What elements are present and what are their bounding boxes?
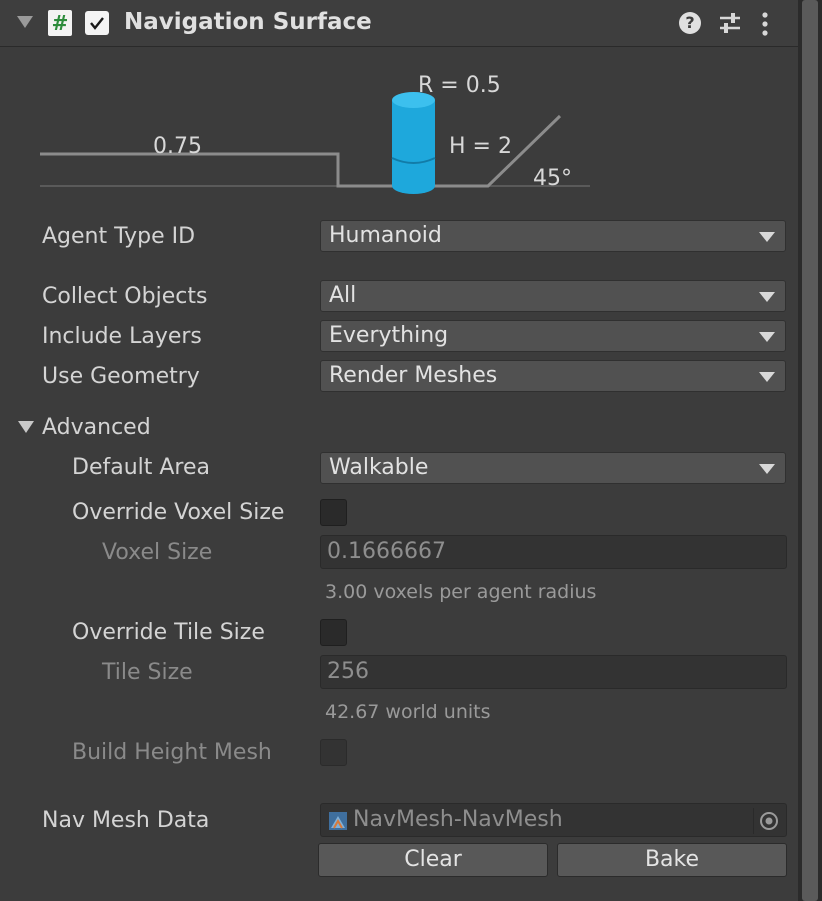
context-menu-icon[interactable] [760, 12, 770, 40]
use-geometry-label: Use Geometry [42, 364, 200, 389]
voxel-size-label: Voxel Size [102, 540, 213, 565]
dropdown-arrow-icon [759, 464, 775, 474]
collect-objects-value: All [329, 283, 357, 308]
default-area-dropdown[interactable]: Walkable [320, 452, 786, 484]
help-icon[interactable]: ? [679, 12, 701, 34]
component-header[interactable]: # Navigation Surface ? [0, 0, 798, 47]
agent-type-id-value: Humanoid [329, 223, 442, 248]
presets-icon[interactable] [718, 12, 742, 38]
collect-objects-label: Collect Objects [42, 284, 208, 309]
step-height-label: 0.75 [153, 134, 202, 159]
tile-size-value: 256 [327, 659, 369, 684]
dropdown-arrow-icon [759, 232, 775, 242]
collect-objects-dropdown[interactable]: All [320, 280, 786, 312]
component-foldout-icon[interactable] [17, 16, 33, 28]
tile-size-label: Tile Size [102, 660, 193, 685]
override-voxel-size-checkbox[interactable] [320, 499, 347, 526]
navmesh-asset-icon [329, 812, 347, 830]
agent-type-id-dropdown[interactable]: Humanoid [320, 220, 786, 252]
nav-mesh-data-field[interactable]: NavMesh-NavMesh [320, 803, 787, 837]
dropdown-arrow-icon [759, 372, 775, 382]
tile-size-hint: 42.67 world units [325, 701, 491, 723]
nav-mesh-data-label: Nav Mesh Data [42, 808, 210, 833]
advanced-foldout-arrow-icon[interactable] [18, 421, 34, 433]
nav-mesh-data-value: NavMesh-NavMesh [353, 807, 563, 832]
object-picker-icon[interactable] [753, 808, 780, 834]
dropdown-arrow-icon [759, 332, 775, 342]
dropdown-arrow-icon [759, 292, 775, 302]
override-voxel-size-label: Override Voxel Size [72, 500, 285, 525]
voxel-size-value: 0.1666667 [327, 539, 446, 564]
radius-label: R = 0.5 [418, 73, 501, 98]
slope-label: 45° [533, 166, 572, 191]
build-height-mesh-checkbox [320, 739, 347, 766]
checkmark-icon [90, 17, 104, 30]
override-tile-size-label: Override Tile Size [72, 620, 265, 645]
component-title: Navigation Surface [124, 9, 372, 35]
script-icon: # [48, 10, 72, 36]
build-height-mesh-label: Build Height Mesh [72, 740, 272, 765]
use-geometry-value: Render Meshes [329, 363, 498, 388]
use-geometry-dropdown[interactable]: Render Meshes [320, 360, 786, 392]
advanced-foldout-label[interactable]: Advanced [42, 415, 151, 440]
voxel-size-hint: 3.00 voxels per agent radius [325, 581, 597, 603]
clear-button[interactable]: Clear [318, 843, 548, 877]
inspector-panel: # Navigation Surface ? R = 0.5 H = 2 0.7… [0, 0, 798, 901]
height-label: H = 2 [449, 134, 512, 159]
default-area-value: Walkable [329, 455, 429, 480]
tile-size-field: 256 [320, 655, 787, 689]
default-area-label: Default Area [72, 455, 211, 480]
agent-type-id-label: Agent Type ID [42, 224, 196, 249]
include-layers-dropdown[interactable]: Everything [320, 320, 786, 352]
voxel-size-field: 0.1666667 [320, 535, 787, 569]
include-layers-value: Everything [329, 323, 449, 348]
override-tile-size-checkbox[interactable] [320, 619, 347, 646]
agent-cylinder [392, 100, 435, 186]
include-layers-label: Include Layers [42, 324, 202, 349]
agent-diagram: R = 0.5 H = 2 0.75 45° [40, 73, 590, 194]
component-enabled-checkbox[interactable] [85, 11, 109, 35]
bake-button[interactable]: Bake [557, 843, 787, 877]
scrollbar-thumb[interactable] [802, 0, 818, 901]
